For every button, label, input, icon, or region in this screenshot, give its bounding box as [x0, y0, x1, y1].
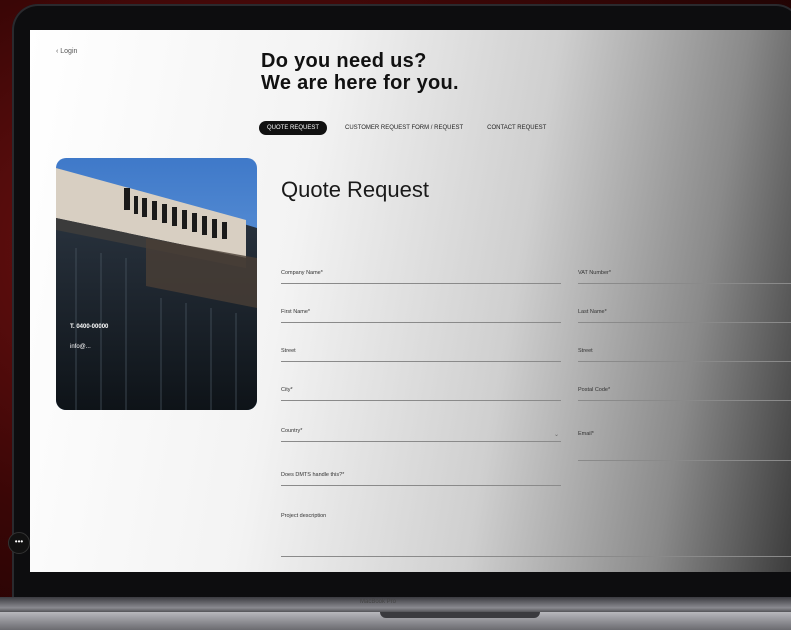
laptop-notch [380, 612, 540, 618]
handling-question-label: Does DMTS handle this?* [281, 472, 345, 478]
contact-email[interactable]: info@... [70, 344, 91, 350]
hero-title: Do you need us? We are here for you. [261, 50, 459, 94]
hero-title-line-1: Do you need us? [261, 50, 427, 72]
tab-contact-request[interactable]: CONTACT REQUEST [481, 121, 552, 135]
street-right-field[interactable]: Street [578, 347, 791, 362]
contact-phone[interactable]: T. 0400-00000 [70, 324, 108, 330]
street-label: Street [281, 348, 296, 354]
tab-customer-request[interactable]: CUSTOMER REQUEST FORM / REQUEST [339, 121, 469, 135]
country-label: Country* [281, 428, 303, 434]
company-name-label: Company Name* [281, 270, 323, 276]
city-label: City* [281, 387, 293, 393]
city-field[interactable]: City* [281, 386, 561, 401]
website-screen: ‹ Login Do you need us? We are here for … [30, 30, 791, 572]
first-name-label: First Name* [281, 309, 311, 315]
back-link[interactable]: ‹ Login [56, 48, 77, 55]
email-field[interactable]: Email* [578, 430, 791, 461]
street-field[interactable]: Street [281, 347, 561, 362]
form-title: Quote Request [281, 177, 429, 202]
hero-title-line-2: We are here for you. [261, 72, 459, 94]
company-name-field[interactable]: Company Name* [281, 269, 561, 284]
postal-code-field[interactable]: Postal Code* [578, 386, 791, 401]
building-photo [56, 158, 257, 410]
device-model-label: MacBook Pro [360, 599, 397, 605]
project-description-label: Project description [281, 513, 327, 519]
last-name-field[interactable]: Last Name* [578, 308, 791, 323]
vat-number-label: VAT Number* [578, 270, 612, 276]
chat-icon[interactable]: ••• [8, 532, 30, 554]
first-name-field[interactable]: First Name* [281, 308, 561, 323]
building-photo-card: T. 0400-00000 info@... [56, 158, 257, 410]
postal-code-label: Postal Code* [578, 387, 611, 393]
vat-number-field[interactable]: VAT Number* [578, 269, 791, 284]
email-label: Email* [578, 431, 594, 437]
country-select[interactable]: Country* ⌄ [281, 427, 561, 442]
street-right-label: Street [578, 348, 593, 354]
last-name-label: Last Name* [578, 309, 607, 315]
chevron-down-icon: ⌄ [553, 432, 559, 438]
request-tabs: QUOTE REQUEST CUSTOMER REQUEST FORM / RE… [259, 121, 552, 135]
tab-quote-request[interactable]: QUOTE REQUEST [259, 121, 328, 135]
project-description-field[interactable]: Project description [281, 512, 791, 557]
handling-question-field[interactable]: Does DMTS handle this?* [281, 471, 561, 486]
